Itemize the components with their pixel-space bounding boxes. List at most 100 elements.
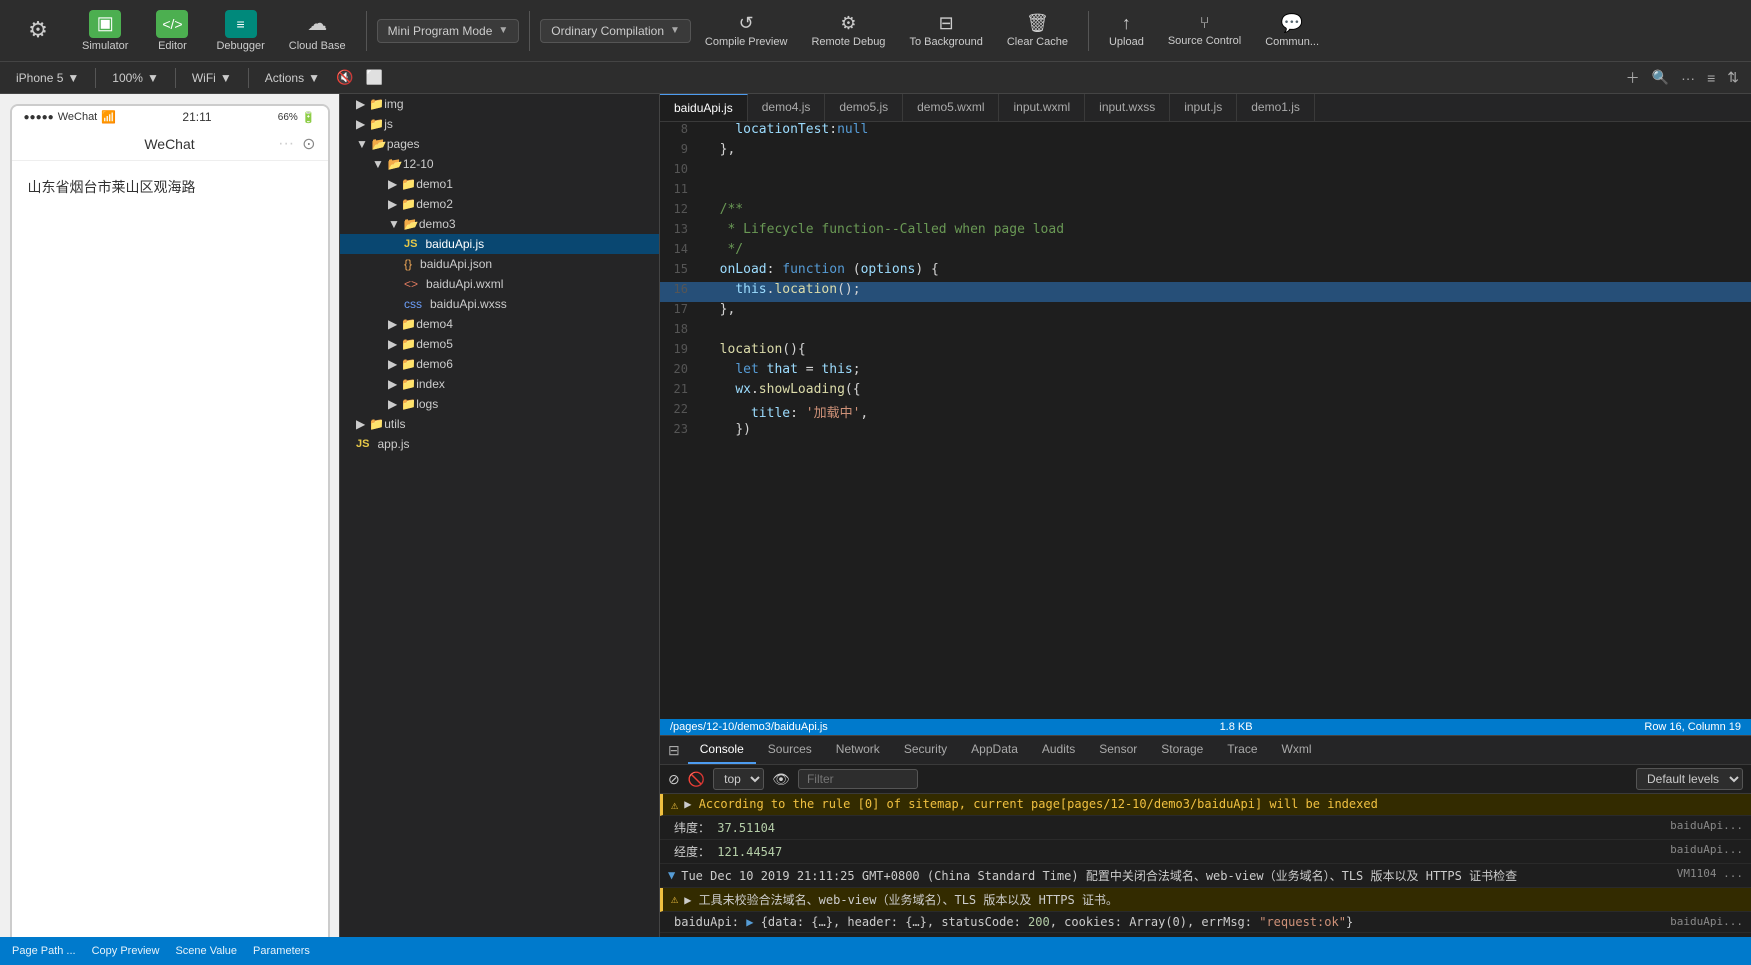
sub-sep-1 xyxy=(95,68,96,88)
parameters-button[interactable]: Parameters xyxy=(253,945,310,957)
eye-icon[interactable]: 👁 xyxy=(772,771,790,788)
copy-preview-button[interactable]: Copy Preview xyxy=(92,945,160,957)
devtools-panel-icon: ⊟ xyxy=(668,742,680,759)
tree-item-demo3[interactable]: ▼ 📂 demo3 xyxy=(340,214,659,234)
remote-debug-button[interactable]: ⚙ Remote Debug xyxy=(801,9,895,52)
tree-item-demo4[interactable]: ▶ 📁 demo4 xyxy=(340,314,659,334)
debugger-button[interactable]: ≡ Debugger xyxy=(206,6,274,56)
tree-item-logs[interactable]: ▶ 📁 logs xyxy=(340,394,659,414)
tab-input-wxml[interactable]: input.wxml xyxy=(999,94,1085,121)
tree-item-pages[interactable]: ▼ 📂 pages xyxy=(340,134,659,154)
upload-button[interactable]: ↑ Upload xyxy=(1099,9,1154,52)
editor-button[interactable]: </> Editor xyxy=(142,6,202,56)
devtools-tab-audits[interactable]: Audits xyxy=(1030,736,1087,764)
editor-container: ▶ 📁 img ▶ 📁 js ▼ 📂 pages xyxy=(340,94,1751,965)
list-icon[interactable]: ≡ xyxy=(1703,70,1719,86)
phone-menu-icon[interactable]: ··· xyxy=(278,135,294,153)
cursor-position: Row 16, Column 19 xyxy=(1644,721,1741,733)
mute-icon[interactable]: 🔇 xyxy=(332,69,357,86)
console-source: baiduApi... xyxy=(1670,915,1743,928)
tree-item-baiduapi-js[interactable]: JS baiduApi.js xyxy=(340,234,659,254)
main-toolbar: ⚙ ▣ Simulator </> Editor ≡ Debugger ☁ Cl… xyxy=(0,0,1751,62)
to-background-button[interactable]: ⊟ To Background xyxy=(899,9,992,52)
code-line-11: 11 xyxy=(660,182,1751,202)
main-layout: ●●●●● WeChat 📶 21:11 66% 🔋 WeChat ··· ⊙ xyxy=(0,94,1751,965)
devtools-tab-sources[interactable]: Sources xyxy=(756,736,824,764)
tree-item-baiduapi-wxss[interactable]: css baiduApi.wxss xyxy=(340,294,659,314)
log-level-select[interactable]: Default levels xyxy=(1636,768,1743,790)
devtools-tab-network[interactable]: Network xyxy=(824,736,892,764)
simulator-button[interactable]: ▣ Simulator xyxy=(72,6,138,56)
expand-icon[interactable]: ▶ xyxy=(746,915,753,929)
tree-item-baiduapi-json[interactable]: {} baiduApi.json xyxy=(340,254,659,274)
devtools-tab-security[interactable]: Security xyxy=(892,736,959,764)
console-filter-input[interactable] xyxy=(798,769,918,789)
actions-button[interactable]: Actions ▼ xyxy=(257,69,328,87)
device-arrow-icon: ▼ xyxy=(67,71,79,85)
devtools-toolbar: ⊘ 🚫 top 👁 Default levels xyxy=(660,765,1751,794)
clear-cache-button[interactable]: 🗑 Clear Cache xyxy=(997,9,1078,52)
devtools-tab-appdata[interactable]: AppData xyxy=(959,736,1030,764)
devtools-tab-sensor[interactable]: Sensor xyxy=(1087,736,1149,764)
tree-label: 12-10 xyxy=(403,157,434,171)
tree-arrow-open-icon: ▼ xyxy=(356,137,368,151)
tab-input-wxss[interactable]: input.wxss xyxy=(1085,94,1170,121)
devtools-clear-icon[interactable]: ⊘ xyxy=(668,771,680,788)
tree-item-utils[interactable]: ▶ 📁 utils xyxy=(340,414,659,434)
expand-icon[interactable]: ▼ xyxy=(668,868,675,882)
scene-value-button[interactable]: Scene Value xyxy=(175,945,237,957)
zoom-arrow-icon: ▼ xyxy=(147,71,159,85)
devtools-block-icon[interactable]: 🚫 xyxy=(688,771,705,788)
search-icon[interactable]: 🔍 xyxy=(1648,69,1673,86)
tree-item-demo2[interactable]: ▶ 📁 demo2 xyxy=(340,194,659,214)
network-arrow-icon: ▼ xyxy=(220,71,232,85)
tree-item-js[interactable]: ▶ 📁 js xyxy=(340,114,659,134)
tab-input-js[interactable]: input.js xyxy=(1170,94,1237,121)
tree-item-demo1[interactable]: ▶ 📁 demo1 xyxy=(340,174,659,194)
source-control-button[interactable]: ⑂ Source Control xyxy=(1158,11,1251,51)
tree-label: baiduApi.wxss xyxy=(430,297,507,311)
tree-item-demo5[interactable]: ▶ 📁 demo5 xyxy=(340,334,659,354)
tab-demo1-js[interactable]: demo1.js xyxy=(1237,94,1315,121)
devtools-tab-storage[interactable]: Storage xyxy=(1149,736,1215,764)
app-logo: ⚙ xyxy=(8,12,68,50)
add-icon[interactable]: ＋ xyxy=(1622,68,1644,88)
tree-item-demo6[interactable]: ▶ 📁 demo6 xyxy=(340,354,659,374)
tree-arrow-icon: ▶ xyxy=(388,337,397,351)
tree-item-12-10[interactable]: ▼ 📂 12-10 xyxy=(340,154,659,174)
phone-record-icon[interactable]: ⊙ xyxy=(302,134,315,154)
tab-demo4-js[interactable]: demo4.js xyxy=(748,94,826,121)
tab-demo5-wxml[interactable]: demo5.wxml xyxy=(903,94,999,121)
tree-label: demo4 xyxy=(416,317,453,331)
zoom-selector[interactable]: 100% ▼ xyxy=(104,69,167,87)
split-icon[interactable]: ⇅ xyxy=(1723,69,1743,86)
page-path-button[interactable]: Page Path ... xyxy=(12,945,76,957)
tab-baiduapi-js[interactable]: baiduApi.js xyxy=(660,94,748,121)
tab-label: demo4.js xyxy=(762,100,811,114)
compile-selector[interactable]: Ordinary Compilation ▼ xyxy=(540,19,691,43)
folder-open-icon: 📂 xyxy=(404,217,419,231)
more-icon[interactable]: ··· xyxy=(1677,70,1699,86)
tree-label: utils xyxy=(384,417,405,431)
tree-item-app-js[interactable]: JS app.js xyxy=(340,434,659,454)
screen-icon[interactable]: ⬜ xyxy=(361,69,386,86)
mode-selector[interactable]: Mini Program Mode ▼ xyxy=(377,19,520,43)
top-context-select[interactable]: top xyxy=(713,768,764,790)
code-line-17: 17 }, xyxy=(660,302,1751,322)
devtools-tab-trace[interactable]: Trace xyxy=(1215,736,1269,764)
phone-frame: ●●●●● WeChat 📶 21:11 66% 🔋 WeChat ··· ⊙ xyxy=(10,104,330,955)
phone-battery-label: 66% xyxy=(278,112,298,123)
network-selector[interactable]: WiFi ▼ xyxy=(184,69,240,87)
devtools-tab-wxml[interactable]: Wxml xyxy=(1270,736,1324,764)
compile-preview-button[interactable]: ↺ Compile Preview xyxy=(695,9,798,52)
cloudbase-button[interactable]: ☁ Cloud Base xyxy=(279,6,356,56)
code-content[interactable]: 8 locationTest:null 9 }, 10 11 xyxy=(660,122,1751,719)
tree-item-img[interactable]: ▶ 📁 img xyxy=(340,94,659,114)
tree-item-index[interactable]: ▶ 📁 index xyxy=(340,374,659,394)
tree-item-baiduapi-wxml[interactable]: <> baiduApi.wxml xyxy=(340,274,659,294)
device-selector[interactable]: iPhone 5 ▼ xyxy=(8,69,87,87)
devtools-tab-console[interactable]: Console xyxy=(688,736,756,764)
commun-button[interactable]: 💬 Commun... xyxy=(1255,9,1329,52)
tab-demo5-js[interactable]: demo5.js xyxy=(825,94,903,121)
tab-label: demo5.wxml xyxy=(917,100,984,114)
